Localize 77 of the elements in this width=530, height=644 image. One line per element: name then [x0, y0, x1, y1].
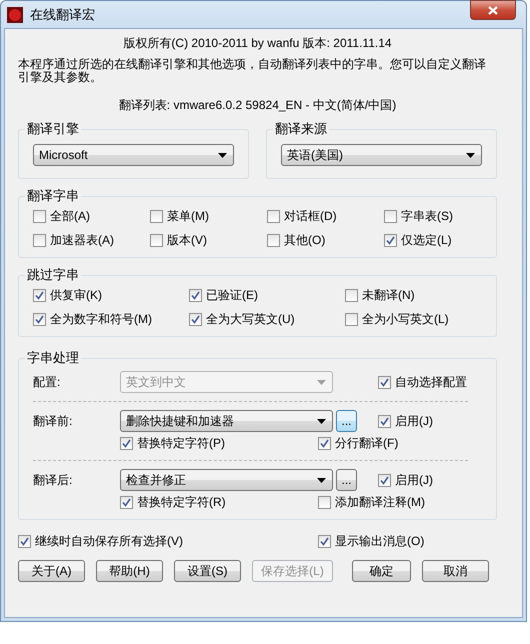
step-label: 翻译前: [33, 412, 74, 430]
checkbox[interactable] [33, 234, 46, 246]
checkbox-label: 版本(V) [167, 233, 207, 247]
checkbox-label: 对话框(D) [284, 209, 337, 223]
checkbox[interactable] [318, 436, 331, 450]
dropdown[interactable]: 检查并修正 [120, 469, 333, 491]
checkbox-label: 其他(O) [284, 233, 326, 247]
step-label: 翻译后: [33, 472, 74, 488]
checkbox[interactable] [120, 436, 133, 450]
checkbox-label: 显示输出消息(O) [335, 534, 424, 548]
checkbox-label: 菜单(M) [167, 209, 209, 223]
checkbox-label: 全为小写英文(L) [362, 312, 449, 326]
checkbox-label: 已验证(E) [206, 288, 258, 302]
checkbox[interactable] [33, 312, 46, 326]
checkbox-label: 全为数字和符号(M) [50, 312, 152, 326]
checkbox[interactable] [378, 414, 391, 428]
checkbox-label: 启用(J) [395, 473, 433, 487]
group-title: 跳过字串 [26, 266, 80, 284]
checkbox[interactable] [267, 234, 280, 246]
group-title: 翻译来源 [274, 120, 328, 138]
more-button[interactable]: ... [336, 469, 357, 491]
checkbox[interactable] [189, 288, 202, 302]
description-text: 本程序通过所选的在线翻译引擎和其他选项，自动翻译列表中的字串。您可以自定义翻译引擎及其参数。 [18, 58, 487, 84]
checkbox-label: 字串表(S) [401, 209, 453, 223]
checkbox[interactable] [345, 312, 358, 326]
checkbox-label: 继续时自动保存所有选择(V) [35, 534, 183, 548]
checkbox-label: 启用(J) [395, 414, 433, 428]
checkbox-label: 自动选择配置 [395, 375, 467, 389]
checkbox[interactable] [378, 376, 391, 388]
dropdown[interactable]: 删除快捷键和加速器 [120, 410, 333, 432]
checkbox-label: 替换特定字符(R) [137, 495, 226, 509]
checkbox-label: 替换特定字符(P) [137, 436, 225, 450]
dialog-button[interactable]: 帮助(H) [96, 560, 163, 582]
checkbox[interactable] [150, 234, 163, 246]
checkbox[interactable] [384, 234, 397, 246]
checkbox-label: 仅选定(L) [401, 233, 452, 247]
group-title: 翻译字串 [26, 187, 80, 205]
app-icon [7, 6, 23, 22]
checkbox-label: 加速器表(A) [50, 233, 114, 247]
caret-icon [466, 152, 475, 158]
checkbox[interactable] [120, 496, 133, 508]
checkbox[interactable] [318, 496, 331, 508]
list-info-text: 翻译列表: vmware6.0.2 59824_EN - 中文(简体/中国) [118, 97, 398, 114]
checkbox[interactable] [345, 288, 358, 302]
dialog-button[interactable]: 设置(S) [174, 560, 241, 582]
more-button[interactable]: ... [336, 410, 357, 432]
checkbox[interactable] [267, 210, 280, 222]
checkbox-label: 未翻译(N) [362, 288, 415, 302]
checkbox[interactable] [150, 210, 163, 222]
checkbox-label: 全部(A) [50, 209, 90, 223]
close-button[interactable] [470, 0, 516, 20]
window-title: 在线翻译宏 [30, 6, 95, 24]
copyright-text: 版权所有(C) 2010-2011 by wanfu 版本: 2011.11.14 [122, 35, 393, 52]
dialog-button[interactable]: 关于(A) [18, 560, 85, 582]
checkbox[interactable] [189, 312, 202, 326]
caret-icon [317, 380, 326, 384]
dialog-button[interactable]: 确定 [352, 560, 411, 582]
caret-icon [218, 152, 227, 158]
checkbox[interactable] [378, 474, 391, 486]
checkbox[interactable] [33, 210, 46, 222]
checkbox[interactable] [33, 288, 46, 302]
dropdown[interactable]: 英语(美国) [281, 144, 482, 166]
caret-icon [317, 478, 326, 482]
checkbox[interactable] [318, 534, 331, 548]
caret-icon [317, 418, 326, 424]
checkbox[interactable] [384, 210, 397, 222]
dialog-button[interactable]: 取消 [422, 560, 489, 582]
group-title: 字串处理 [26, 349, 80, 367]
checkbox-label: 添加翻译注释(M) [335, 495, 425, 509]
dropdown[interactable]: Microsoft [33, 144, 234, 166]
checkbox[interactable] [18, 534, 31, 548]
close-icon [488, 6, 498, 14]
group-title: 翻译引擎 [26, 120, 80, 138]
checkbox-label: 分行翻译(F) [335, 436, 398, 450]
config-label: 配置: [33, 374, 62, 390]
checkbox-label: 供复审(K) [50, 288, 102, 302]
checkbox-label: 全为大写英文(U) [206, 312, 295, 326]
